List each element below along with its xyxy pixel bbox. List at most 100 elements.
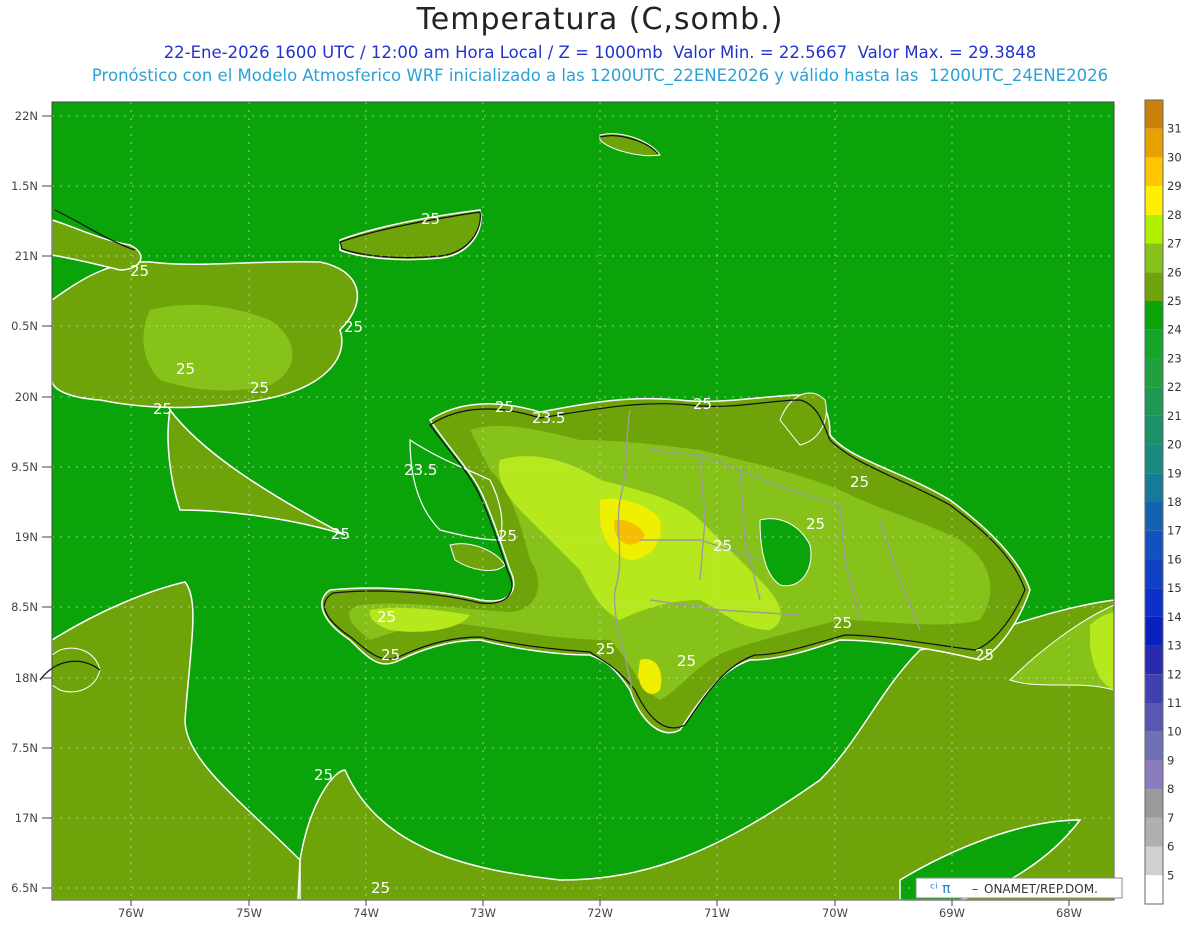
- colorbar-tick-label: 27: [1167, 237, 1182, 251]
- colorbar-swatch: [1145, 444, 1163, 474]
- colorbar-tick-label: 28: [1167, 208, 1182, 222]
- lon-tick-label: 71W: [704, 906, 730, 920]
- colorbar-tick-label: 23: [1167, 351, 1182, 365]
- lat-tick-label: 22N: [15, 109, 38, 123]
- lat-tick-label: 17N: [15, 811, 38, 825]
- colorbar-tick-label: 15: [1167, 581, 1182, 595]
- colorbar-tick-label: 26: [1167, 265, 1182, 279]
- colorbar-tick-label: 17: [1167, 524, 1182, 538]
- contour-label: 25: [498, 527, 517, 545]
- lon-tick-label: 68W: [1056, 906, 1082, 920]
- contour-label: 25: [130, 262, 149, 280]
- svg-text:–: –: [972, 882, 978, 896]
- colorbar-tick-label: 6: [1167, 840, 1174, 854]
- colorbar-swatch: [1145, 674, 1163, 703]
- lon-tick-label: 76W: [118, 906, 144, 920]
- lon-tick-label: 74W: [353, 906, 379, 920]
- lon-tick-label: 70W: [822, 906, 848, 920]
- colorbar-tick-label: 14: [1167, 610, 1182, 624]
- contour-label: 25: [314, 766, 333, 784]
- colorbar-tick-label: 19: [1167, 466, 1182, 480]
- contour-label-south: 25: [371, 879, 390, 897]
- lat-tick-label: 7.5N: [11, 741, 38, 755]
- lat-tick-label: 21N: [15, 249, 38, 263]
- contour-label: 25: [344, 318, 363, 336]
- contour-label: 23.5: [404, 461, 437, 479]
- colorbar-swatch: [1145, 703, 1163, 732]
- lat-tick-label: 18N: [15, 671, 38, 685]
- colorbar-swatch: [1145, 214, 1163, 244]
- contour-label: 25: [975, 646, 994, 664]
- colorbar-swatch: [1145, 186, 1163, 215]
- credit-text: ONAMET/REP.DOM.: [984, 882, 1098, 896]
- contour-label: 25: [677, 652, 696, 670]
- contour-label: 25: [176, 360, 195, 378]
- lat-tick-label: 20N: [15, 390, 38, 404]
- colorbar-tick-label: 24: [1167, 323, 1182, 337]
- colorbar-tick-label: 25: [1167, 294, 1182, 308]
- colorbar-tick-label: 11: [1167, 696, 1182, 710]
- colorbar-swatch: [1145, 100, 1163, 129]
- colorbar-tick-label: 12: [1167, 667, 1182, 681]
- colorbar-swatch: [1145, 272, 1163, 301]
- colorbar-swatch: [1145, 157, 1163, 187]
- lon-tick-label: 75W: [236, 906, 262, 920]
- contour-label: 23.5: [532, 409, 565, 427]
- colorbar-tick-label: 10: [1167, 725, 1182, 739]
- lat-tick-label: 8.5N: [11, 600, 38, 614]
- colorbar-swatch: [1145, 243, 1163, 273]
- colorbar-swatch: [1145, 530, 1163, 560]
- contour-label: 25: [377, 608, 396, 626]
- longitude-axis: 76W 75W 74W 73W 72W 71W 70W 69W 68W: [118, 906, 1082, 920]
- colorbar-swatch: [1145, 329, 1163, 359]
- colorbar-swatch: [1145, 588, 1163, 617]
- colorbar-tick-label: 16: [1167, 552, 1182, 566]
- contour-label: 25: [693, 395, 712, 413]
- colorbar-swatch: [1145, 616, 1163, 646]
- colorbar-swatch: [1145, 301, 1163, 330]
- map-plot: 25 25 25 25 25 25 25 23.5 25 23.5 25 25 …: [39, 101, 1115, 901]
- lon-tick-label: 73W: [470, 906, 496, 920]
- colorbar-tick-label: 9: [1167, 753, 1174, 767]
- colorbar-swatch: [1145, 387, 1163, 416]
- colorbar-swatch: [1145, 559, 1163, 589]
- lat-tick-label: 9.5N: [11, 460, 38, 474]
- contour-label: 25: [153, 400, 172, 418]
- colorbar-swatch: [1145, 817, 1163, 847]
- contour-label: 25: [331, 525, 350, 543]
- logo-icon: ᶜⁱ π: [930, 881, 951, 897]
- lat-tick-label: 6.5N: [11, 881, 38, 895]
- colorbar-tick-label: 31: [1167, 122, 1182, 136]
- colorbar-swatch: [1145, 645, 1163, 675]
- contour-label: 25: [596, 640, 615, 658]
- colorbar-swatch: [1145, 731, 1163, 761]
- colorbar-swatch: [1145, 502, 1163, 531]
- colorbar-swatch: [1145, 789, 1163, 818]
- colorbar-tick-label: 29: [1167, 179, 1182, 193]
- contour-label: 25: [495, 398, 514, 416]
- contour-label: 25: [250, 379, 269, 397]
- colorbar-swatch: [1145, 473, 1163, 502]
- weather-map: 25 25 25 25 25 25 25 23.5 25 23.5 25 25 …: [11, 99, 1182, 920]
- colorbar-swatch: [1145, 846, 1163, 876]
- lon-tick-label: 72W: [587, 906, 613, 920]
- colorbar-tick-label: 20: [1167, 438, 1182, 452]
- contour-label: 25: [421, 210, 440, 228]
- colorbar-tick-label: 7: [1167, 811, 1174, 825]
- contour-label: 25: [806, 515, 825, 533]
- lon-tick-label: 69W: [939, 906, 965, 920]
- colorbar: 31 30 29 28 27 26 25 24 23 22 21 20 19 18 17 16 15 14 13 12…: [1144, 99, 1182, 905]
- contour-label: 25: [850, 473, 869, 491]
- lat-tick-label: 19N: [15, 530, 38, 544]
- colorbar-tick-label: 5: [1167, 868, 1174, 882]
- credit-box: ᶜⁱ π – ONAMET/REP.DOM.: [915, 877, 1123, 899]
- colorbar-tick-label: 18: [1167, 495, 1182, 509]
- lat-tick-label: 0.5N: [11, 319, 38, 333]
- colorbar-swatch: [1145, 128, 1163, 158]
- colorbar-tick-label: 22: [1167, 380, 1182, 394]
- contour-label: 25: [833, 614, 852, 632]
- colorbar-tick-label: 21: [1167, 409, 1182, 423]
- contour-label: 25: [713, 537, 732, 555]
- colorbar-swatch: [1145, 415, 1163, 445]
- colorbar-swatch: [1145, 358, 1163, 388]
